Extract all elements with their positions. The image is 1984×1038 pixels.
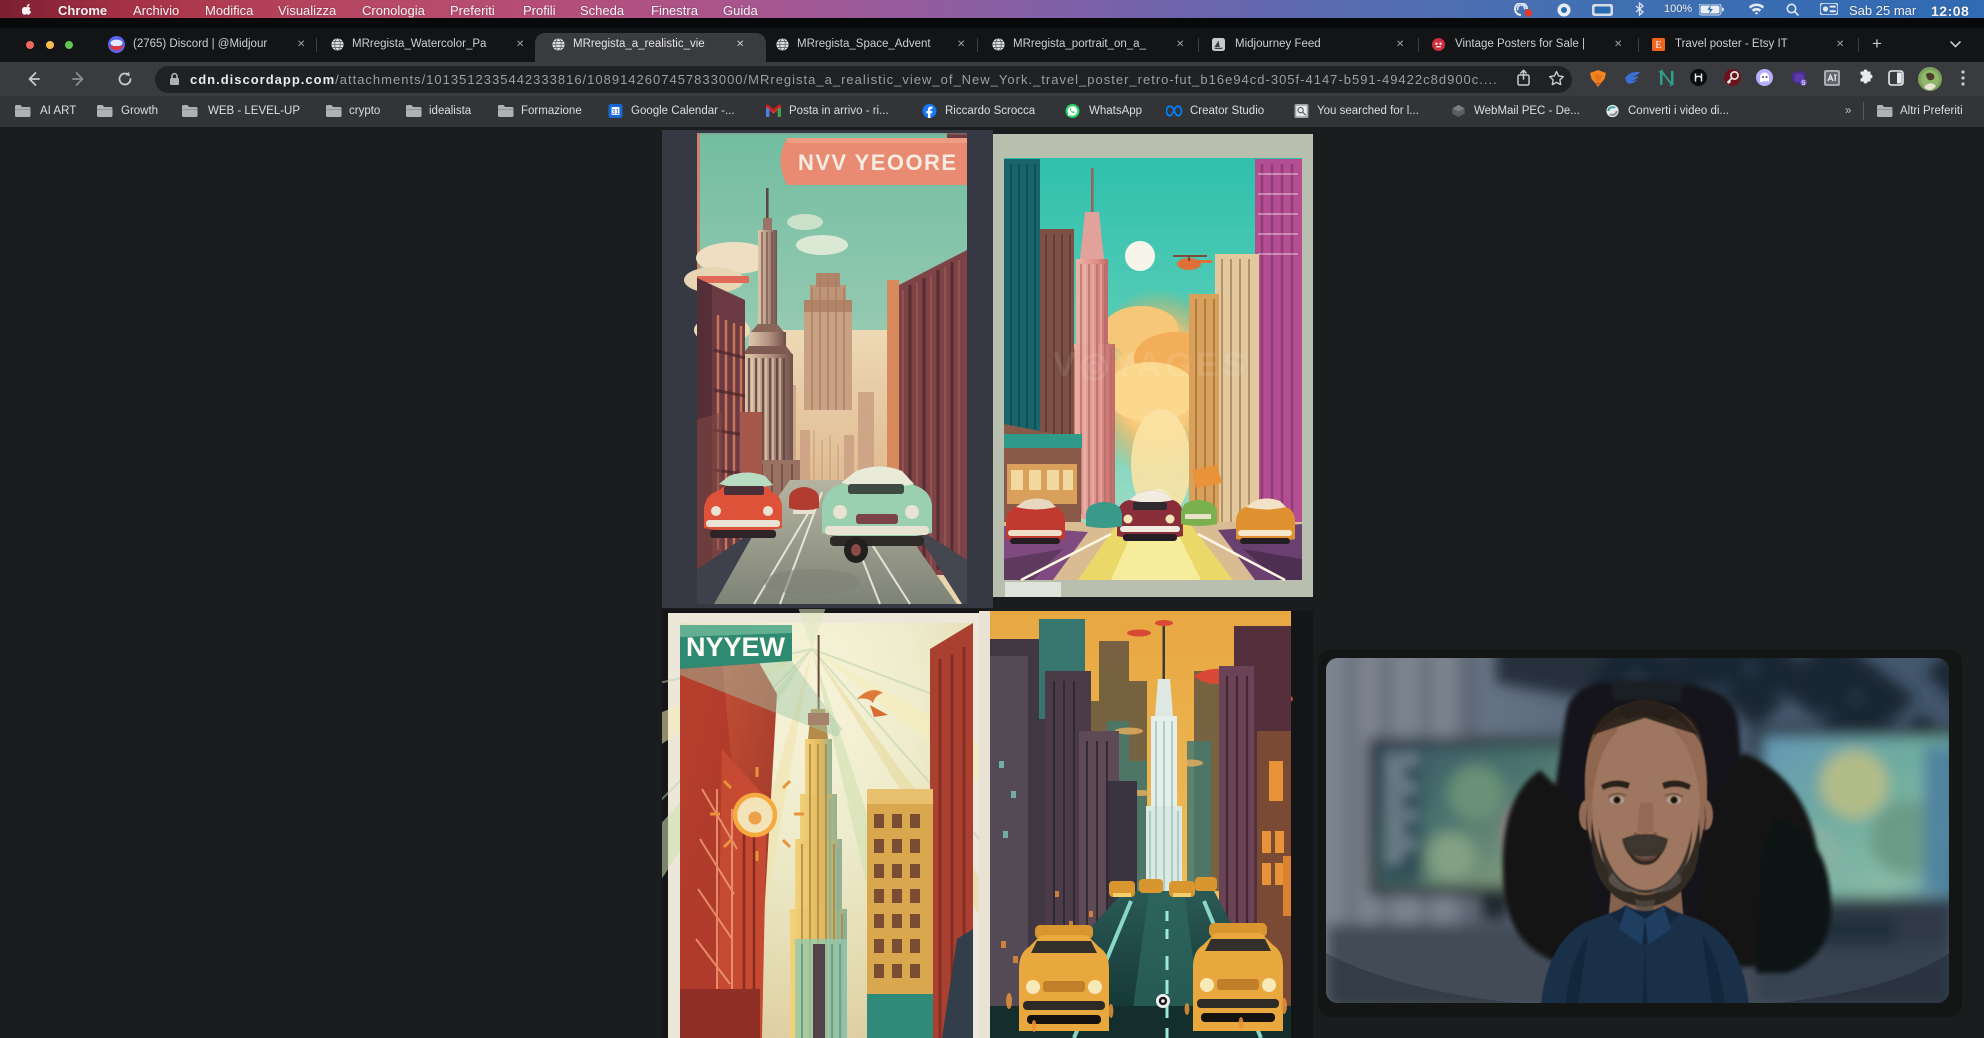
svg-text:E: E [1655, 40, 1661, 51]
svg-text:V◎YAGES: V◎YAGES [1053, 346, 1249, 384]
svg-text:NYYEW: NYYEW [686, 632, 786, 662]
svg-text:31: 31 [612, 109, 620, 116]
svg-text:NVV YEOORE: NVV YEOORE [798, 150, 958, 175]
svg-text:5: 5 [1802, 80, 1806, 87]
